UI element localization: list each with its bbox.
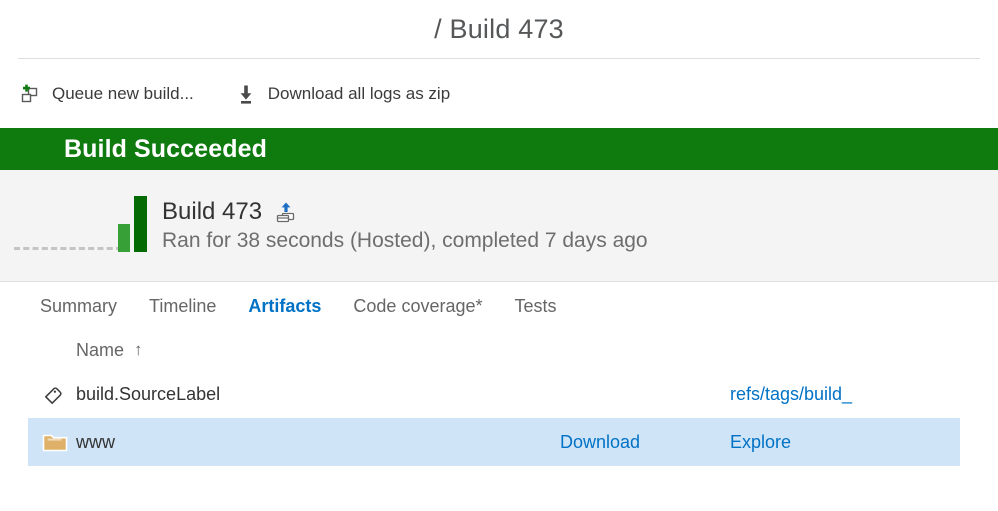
build-tabs: Summary Timeline Artifacts Code coverage… xyxy=(0,282,998,330)
build-history-sparkline xyxy=(0,190,148,262)
artifact-source-link[interactable]: refs/tags/build_ xyxy=(730,384,960,405)
artifacts-grid-header: Name ↑ xyxy=(28,330,960,370)
build-detail: Ran for 38 seconds (Hosted), completed 7… xyxy=(162,229,648,252)
artifact-name: build.SourceLabel xyxy=(76,383,221,404)
release-deploy-icon[interactable] xyxy=(274,200,298,224)
build-summary-text: Build 473 Ran for 38 seconds (Hosted), c… xyxy=(162,198,648,253)
column-header-name-label: Name xyxy=(76,339,125,360)
tab-artifacts[interactable]: Artifacts xyxy=(248,296,321,317)
download-icon xyxy=(236,83,256,105)
page-title: / Build 473 xyxy=(434,13,564,44)
download-all-logs-label: Download all logs as zip xyxy=(267,83,451,103)
artifacts-grid: Name ↑ build.SourceLabel refs/tags/build… xyxy=(0,330,998,466)
sparkline-bar-previous xyxy=(118,223,130,252)
sparkline-baseline xyxy=(14,246,122,250)
sort-ascending-icon: ↑ xyxy=(134,340,143,359)
folder-icon xyxy=(28,429,76,455)
tab-tests[interactable]: Tests xyxy=(515,296,557,317)
queue-new-build-button[interactable]: Queue new build... xyxy=(18,83,194,105)
column-header-name[interactable]: Name ↑ xyxy=(76,340,143,361)
download-all-logs-button[interactable]: Download all logs as zip xyxy=(236,83,450,105)
queue-new-build-icon xyxy=(18,83,40,105)
artifact-name: www xyxy=(76,431,115,452)
artifact-explore-link[interactable]: Explore xyxy=(730,432,960,453)
tag-icon xyxy=(28,381,76,407)
artifact-download-link[interactable]: Download xyxy=(560,432,730,453)
tab-code-coverage[interactable]: Code coverage* xyxy=(353,296,482,317)
tab-summary[interactable]: Summary xyxy=(40,296,117,317)
status-banner: Build Succeeded xyxy=(0,128,998,170)
table-row[interactable]: www Download Explore xyxy=(28,418,960,466)
build-summary-panel: Build 473 Ran for 38 seconds (Hosted), c… xyxy=(0,170,998,282)
build-results-page: / Build 473 Queue new build... Download … xyxy=(0,0,998,511)
sparkline-bar-current xyxy=(134,195,147,252)
command-toolbar: Queue new build... Download all logs as … xyxy=(0,59,998,128)
page-header: / Build 473 xyxy=(0,0,998,58)
build-name-row: Build 473 xyxy=(162,198,648,226)
build-name: Build 473 xyxy=(162,198,263,225)
status-banner-text: Build Succeeded xyxy=(64,134,267,163)
table-row[interactable]: build.SourceLabel refs/tags/build_ xyxy=(28,370,960,418)
queue-new-build-label: Queue new build... xyxy=(52,83,194,103)
tab-timeline[interactable]: Timeline xyxy=(149,296,216,317)
